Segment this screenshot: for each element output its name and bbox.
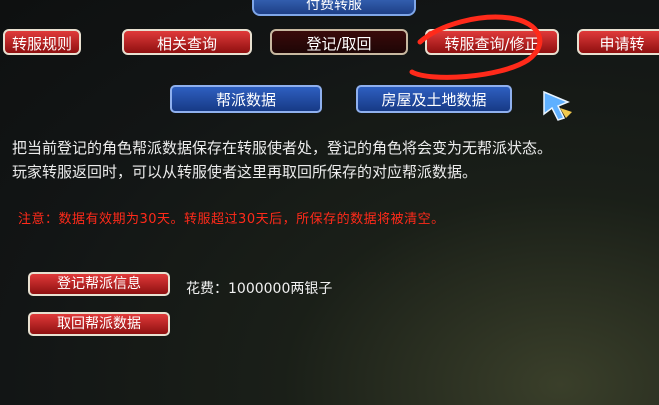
tab-register-retrieve[interactable]: 登记/取回	[270, 29, 408, 55]
register-guild-button[interactable]: 登记帮派信息	[28, 272, 170, 296]
expiry-notice: 注意：数据有效期为30天。转服超过30天后，所保存的数据将被清空。	[18, 212, 445, 227]
description-line-2: 玩家转服返回时，可以从转服使者这里再取回所保存的对应帮派数据。	[12, 163, 478, 181]
description-text: 把当前登记的角色帮派数据保存在转服使者处，登记的角色将会变为无帮派状态。 玩家转…	[12, 136, 652, 184]
subtab-house-land-data[interactable]: 房屋及土地数据	[356, 85, 512, 113]
red-annotation-circle	[409, 14, 543, 80]
tab-related-query[interactable]: 相关查询	[122, 29, 252, 55]
tab-apply-transfer[interactable]: 申请转	[577, 29, 659, 55]
tab-transfer-rules[interactable]: 转服规则	[3, 29, 81, 55]
subtab-guild-data[interactable]: 帮派数据	[170, 85, 322, 113]
window-title: 付费转服	[252, 0, 416, 16]
pointer-cursor-icon	[543, 90, 572, 121]
cost-text: 花费：1000000两银子	[186, 281, 333, 297]
description-line-1: 把当前登记的角色帮派数据保存在转服使者处，登记的角色将会变为无帮派状态。	[12, 139, 553, 157]
retrieve-guild-button[interactable]: 取回帮派数据	[28, 312, 170, 336]
